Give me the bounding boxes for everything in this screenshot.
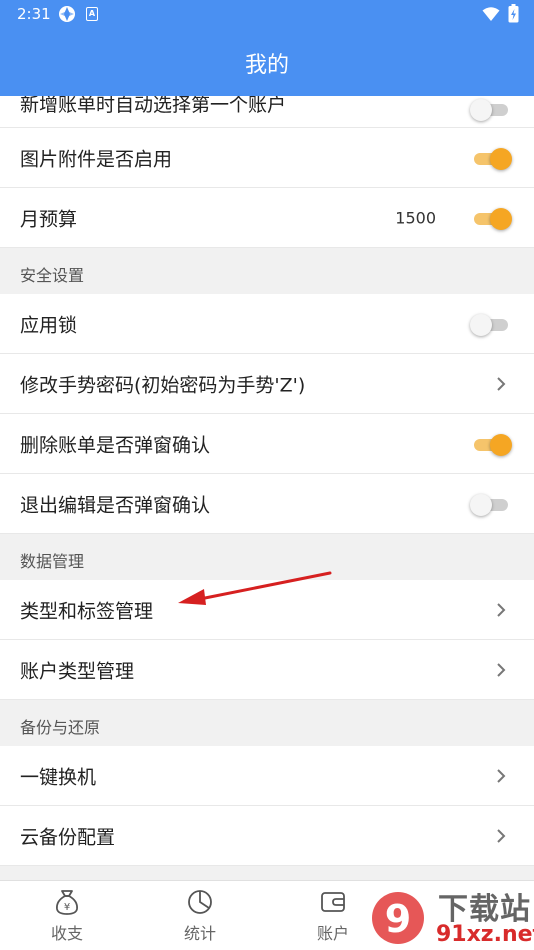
chevron-right-icon <box>497 376 506 391</box>
setting-label: 应用锁 <box>20 314 78 336</box>
nav-label: 收支 <box>50 924 83 943</box>
pie-chart-icon <box>188 890 212 914</box>
setting-label: 月预算 <box>20 208 78 230</box>
status-bar: 2:31 A <box>0 0 534 30</box>
money-bag-icon: ¥ <box>56 890 78 915</box>
monthly-budget-value: 1500 <box>395 208 436 227</box>
svg-text:9: 9 <box>385 897 411 941</box>
setting-monthly-budget[interactable]: 月预算 1500 <box>0 188 534 248</box>
setting-exit-edit-confirm[interactable]: 退出编辑是否弹窗确认 <box>0 474 534 534</box>
watermark-url: 91xz.net <box>436 922 534 947</box>
section-title: 数据管理 <box>20 552 85 571</box>
nav-income-expense[interactable]: ¥ 收支 <box>27 887 107 944</box>
auto-select-account-toggle[interactable] <box>470 96 512 122</box>
section-title: 备份与还原 <box>20 718 101 737</box>
wifi-icon <box>482 7 500 21</box>
notification-badge-icon: A <box>86 7 98 21</box>
wallet-icon <box>321 892 345 912</box>
section-backup-restore: 备份与还原 <box>0 700 534 746</box>
chevron-right-icon <box>497 828 506 843</box>
setting-auto-select-account[interactable]: 新增账单时自动选择第一个账户 <box>0 96 534 128</box>
page-title: 我的 <box>244 53 289 78</box>
monthly-budget-toggle[interactable] <box>470 205 512 231</box>
setting-image-attachment[interactable]: 图片附件是否启用 <box>0 128 534 188</box>
setting-label: 类型和标签管理 <box>20 600 154 622</box>
setting-app-lock[interactable]: 应用锁 <box>0 294 534 354</box>
settings-list: 新增账单时自动选择第一个账户 图片附件是否启用 月预算 1500 安全设置 应用… <box>0 96 534 866</box>
nav-statistics[interactable]: 统计 <box>160 887 240 944</box>
chevron-right-icon <box>497 662 506 677</box>
exit-edit-confirm-toggle[interactable] <box>470 491 512 517</box>
setting-label: 修改手势密码(初始密码为手势'Z') <box>20 374 306 396</box>
section-title: 安全设置 <box>20 266 85 285</box>
setting-cloud-backup-config[interactable]: 云备份配置 <box>0 806 534 866</box>
setting-change-gesture-password[interactable]: 修改手势密码(初始密码为手势'Z') <box>0 354 534 414</box>
delete-confirm-toggle[interactable] <box>470 431 512 457</box>
image-attachment-toggle[interactable] <box>470 145 512 171</box>
status-time: 2:31 <box>17 5 51 23</box>
nav-label: 统计 <box>183 924 216 943</box>
setting-label: 云备份配置 <box>20 826 116 848</box>
app-notification-icon <box>59 6 75 22</box>
setting-label: 一键换机 <box>20 766 97 788</box>
chevron-right-icon <box>497 768 506 783</box>
setting-one-click-migrate[interactable]: 一键换机 <box>0 746 534 806</box>
setting-account-type-management[interactable]: 账户类型管理 <box>0 640 534 700</box>
setting-label: 新增账单时自动选择第一个账户 <box>20 96 287 116</box>
annotation-arrow-icon <box>178 571 332 605</box>
chevron-right-icon <box>497 602 506 617</box>
setting-label: 账户类型管理 <box>20 660 135 682</box>
setting-label: 图片附件是否启用 <box>20 148 173 170</box>
setting-delete-confirm[interactable]: 删除账单是否弹窗确认 <box>0 414 534 474</box>
svg-text:¥: ¥ <box>64 902 70 913</box>
section-security: 安全设置 <box>0 248 534 294</box>
battery-icon <box>508 4 519 23</box>
setting-label: 退出编辑是否弹窗确认 <box>20 494 211 516</box>
setting-label: 删除账单是否弹窗确认 <box>20 434 211 456</box>
title-bar: 我的 <box>0 30 534 96</box>
app-lock-toggle[interactable] <box>470 311 512 337</box>
app-screen: 2:31 A 我的 新增账单时自动选择第一个账户 图片附件是否启用 月预算 15… <box>0 0 534 950</box>
